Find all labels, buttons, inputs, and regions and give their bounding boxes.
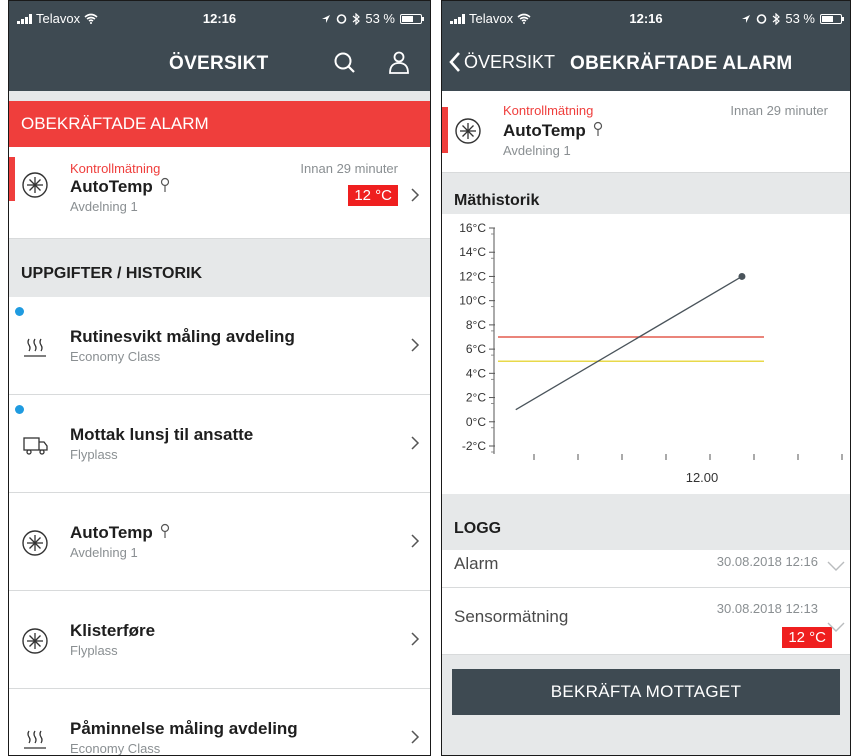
task-title: Klisterføre <box>70 621 156 640</box>
task-title: Mottak lunsj til ansatte <box>70 425 254 444</box>
task-subtitle: Flyplass <box>70 447 118 462</box>
log-label: Alarm <box>454 554 499 573</box>
chevron-down-icon[interactable] <box>826 621 846 633</box>
temperature-badge: 12 °C <box>348 185 398 206</box>
page-title: ÖVERSIKT <box>169 53 269 74</box>
chevron-right-icon <box>411 730 420 744</box>
alarm-kind: Kontrollmätning <box>70 161 161 176</box>
x-tick-label: 12.00 <box>686 470 719 485</box>
alarm-time-ago: Innan 29 minuter <box>730 103 828 118</box>
snowflake-icon <box>455 118 481 144</box>
y-tick-label: 8°C <box>466 318 486 332</box>
snowflake-icon <box>22 628 48 654</box>
chevron-right-icon <box>411 632 420 646</box>
log-timestamp: 30.08.2018 12:13 <box>716 601 818 616</box>
series-point <box>738 272 746 280</box>
heat-icon <box>24 730 46 749</box>
alarm-kind: Kontrollmätning <box>503 103 594 118</box>
snowflake-icon <box>22 172 48 198</box>
task-subtitle: Flyplass <box>70 643 118 658</box>
bluetooth-icon <box>352 12 361 25</box>
battery-icon <box>820 13 844 24</box>
location-icon <box>322 14 331 23</box>
alarm-clock-icon <box>757 14 767 24</box>
log-row-sensor[interactable]: Sensormätning 30.08.2018 12:13 12 °C <box>442 589 850 655</box>
battery-percent: 53 % <box>785 11 815 26</box>
alarm-subtitle: Avdelning 1 <box>503 143 571 158</box>
log-timestamp: 30.08.2018 12:16 <box>716 554 818 569</box>
measurement-chart-svg: 16°C 14°C 12°C 10°C 8°C 6°C 4°C 2°C 0°C -2°C 12.00 <box>459 221 843 485</box>
alarm-clock-icon <box>337 14 347 24</box>
y-tick-label: 14°C <box>459 245 486 259</box>
y-tick-label: 10°C <box>459 294 486 308</box>
y-tick-label: 6°C <box>466 342 486 356</box>
task-subtitle: Economy Class <box>70 741 161 756</box>
status-bar: Telavox 12:16 53 % <box>9 1 430 35</box>
bluetooth-icon <box>772 12 781 25</box>
alarm-section-header: OBEKRÄFTADE ALARM <box>9 101 430 147</box>
location-icon <box>742 14 751 23</box>
nav-bar: ÖVERSIKT OBEKRÄFTADE ALARM <box>442 35 850 91</box>
unread-dot <box>15 405 24 414</box>
alarm-title: AutoTemp <box>70 177 153 196</box>
alarm-item[interactable]: Kontrollmätning Innan 29 minuter AutoTem… <box>442 91 850 173</box>
tasks-section-header: UPPGIFTER / HISTORIK <box>9 251 430 297</box>
task-item-2[interactable]: AutoTemp Avdelning 1 <box>9 493 430 591</box>
battery-icon <box>400 13 424 24</box>
log-row-alarm[interactable]: Alarm 30.08.2018 12:16 <box>442 550 850 588</box>
heat-icon <box>24 338 46 357</box>
task-item-3[interactable]: Klisterføre Flyplass <box>9 591 430 689</box>
alarm-item[interactable]: Kontrollmätning Innan 29 minuter AutoTem… <box>9 147 430 239</box>
y-tick-label: 4°C <box>466 366 486 380</box>
task-subtitle: Economy Class <box>70 349 161 364</box>
chevron-left-icon <box>449 52 460 72</box>
task-item-0[interactable]: Rutinesvikt måling avdeling Economy Clas… <box>9 297 430 395</box>
y-tick-label: -2°C <box>462 439 486 453</box>
search-icon[interactable] <box>331 49 359 77</box>
sensor-icon <box>160 177 169 192</box>
page-title: OBEKRÄFTADE ALARM <box>570 53 793 74</box>
status-bar: Telavox 12:16 53 % <box>442 1 850 35</box>
battery-percent: 53 % <box>365 11 395 26</box>
log-section-header: LOGG <box>442 508 850 550</box>
back-button[interactable]: ÖVERSIKT <box>448 51 555 73</box>
y-tick-label: 2°C <box>466 391 486 405</box>
chevron-right-icon <box>411 534 420 548</box>
sensor-icon <box>593 121 602 136</box>
user-icon[interactable] <box>385 49 413 77</box>
task-item-4[interactable]: Påminnelse måling avdeling Economy Class <box>9 689 430 756</box>
back-label: ÖVERSIKT <box>464 51 556 72</box>
y-tick-label: 16°C <box>459 221 486 235</box>
y-tick-label: 12°C <box>459 269 486 283</box>
chevron-down-icon[interactable] <box>826 560 846 572</box>
alarm-detail-screen: Telavox 12:16 53 % ÖVERSIKT OBEKRÄFTADE … <box>441 0 851 756</box>
alarm-title: AutoTemp <box>503 121 586 140</box>
nav-bar: ÖVERSIKT <box>9 35 430 91</box>
task-subtitle: Avdelning 1 <box>70 545 138 560</box>
task-title: AutoTemp <box>70 523 153 542</box>
snowflake-icon <box>22 530 48 556</box>
measurement-chart: 16°C 14°C 12°C 10°C 8°C 6°C 4°C 2°C 0°C -2°C 12.00 <box>442 214 850 494</box>
y-tick-label: 0°C <box>466 415 486 429</box>
unread-dot <box>15 307 24 316</box>
sensor-icon <box>160 523 169 538</box>
alarm-subtitle: Avdelning 1 <box>70 199 138 214</box>
chevron-right-icon <box>411 436 420 450</box>
chevron-right-icon <box>411 188 420 202</box>
chevron-right-icon <box>411 338 420 352</box>
confirm-received-button[interactable]: BEKRÄFTA MOTTAGET <box>452 669 840 715</box>
task-item-1[interactable]: Mottak lunsj til ansatte Flyplass <box>9 395 430 493</box>
truck-icon <box>23 437 48 455</box>
series-line <box>515 275 743 411</box>
log-label: Sensormätning <box>454 607 569 626</box>
alarm-time-ago: Innan 29 minuter <box>300 161 398 176</box>
task-title: Påminnelse måling avdeling <box>70 719 298 738</box>
task-title: Rutinesvikt måling avdeling <box>70 327 295 346</box>
overview-screen: Telavox 12:16 53 % ÖVERSIKT OBEKRÄFTADE … <box>8 0 431 756</box>
temperature-badge: 12 °C <box>782 627 832 648</box>
